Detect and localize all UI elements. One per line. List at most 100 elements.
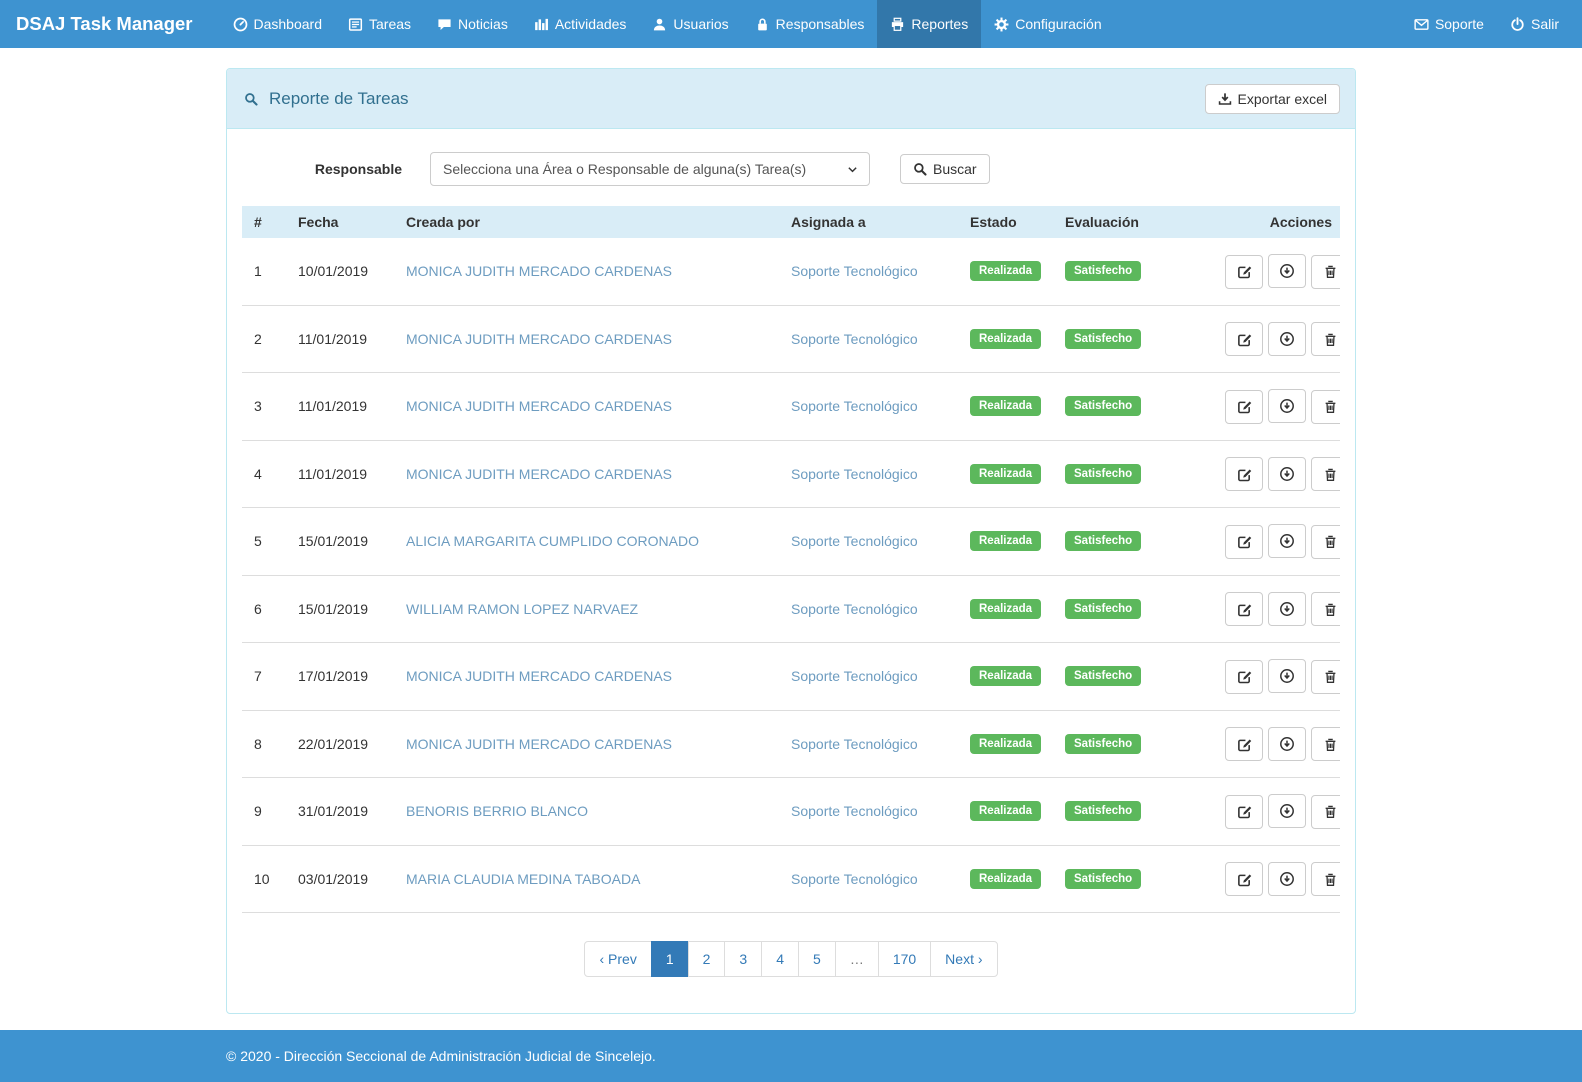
nav-item-responsables[interactable]: Responsables bbox=[742, 0, 878, 48]
edit-button[interactable] bbox=[1225, 255, 1263, 289]
download-button[interactable] bbox=[1268, 322, 1306, 356]
responsable-select-value: Selecciona una Área o Responsable de alg… bbox=[443, 161, 806, 177]
envelope-icon bbox=[1414, 17, 1429, 32]
delete-button[interactable] bbox=[1311, 525, 1340, 559]
page-item-next[interactable]: Next › bbox=[930, 941, 997, 977]
nav-item-tareas[interactable]: Tareas bbox=[335, 0, 424, 48]
table-row: 4 11/01/2019 MONICA JUDITH MERCADO CARDE… bbox=[242, 440, 1340, 508]
row-assigned-to-link[interactable]: Soporte Tecnológico bbox=[791, 736, 918, 752]
page-item-3[interactable]: 3 bbox=[724, 941, 762, 977]
download-button[interactable] bbox=[1268, 592, 1306, 626]
download-button[interactable] bbox=[1268, 659, 1306, 693]
row-assigned-to-link[interactable]: Soporte Tecnológico bbox=[791, 533, 918, 549]
edit-button[interactable] bbox=[1225, 727, 1263, 761]
row-created-by-link[interactable]: MONICA JUDITH MERCADO CARDENAS bbox=[406, 263, 672, 279]
status-badge: Realizada bbox=[970, 666, 1041, 686]
row-assigned-to-link[interactable]: Soporte Tecnológico bbox=[791, 803, 918, 819]
edit-button[interactable] bbox=[1225, 862, 1263, 896]
row-actions bbox=[1212, 845, 1340, 913]
nav-item-salir[interactable]: Salir bbox=[1497, 0, 1572, 48]
edit-button[interactable] bbox=[1225, 660, 1263, 694]
page-item-prev[interactable]: ‹ Prev bbox=[584, 941, 651, 977]
row-created-by-link[interactable]: MARIA CLAUDIA MEDINA TABOADA bbox=[406, 871, 640, 887]
nav-item-label: Reportes bbox=[911, 16, 968, 32]
delete-button[interactable] bbox=[1311, 390, 1340, 424]
delete-button[interactable] bbox=[1311, 727, 1340, 761]
row-date: 15/01/2019 bbox=[290, 575, 398, 643]
row-created-by-link[interactable]: MONICA JUDITH MERCADO CARDENAS bbox=[406, 736, 672, 752]
circle-arrow-down-icon bbox=[1279, 466, 1295, 482]
row-assigned-to-link[interactable]: Soporte Tecnológico bbox=[791, 331, 918, 347]
row-actions bbox=[1212, 373, 1340, 441]
row-created-by-link[interactable]: WILLIAM RAMON LOPEZ NARVAEZ bbox=[406, 601, 638, 617]
row-created-by-link[interactable]: ALICIA MARGARITA CUMPLIDO CORONADO bbox=[406, 533, 699, 549]
row-assigned-to-link[interactable]: Soporte Tecnológico bbox=[791, 668, 918, 684]
col-header-acciones: Acciones bbox=[1212, 206, 1340, 238]
row-num: 3 bbox=[242, 373, 290, 441]
trash-icon bbox=[1323, 804, 1338, 819]
row-date: 22/01/2019 bbox=[290, 710, 398, 778]
nav-item-label: Salir bbox=[1531, 16, 1559, 32]
delete-button[interactable] bbox=[1311, 862, 1340, 896]
search-icon bbox=[242, 90, 260, 108]
table-row: 7 17/01/2019 MONICA JUDITH MERCADO CARDE… bbox=[242, 643, 1340, 711]
row-actions bbox=[1212, 508, 1340, 576]
download-button[interactable] bbox=[1268, 727, 1306, 761]
status-badge: Realizada bbox=[970, 734, 1041, 754]
col-header-estado: Estado bbox=[962, 206, 1057, 238]
delete-button[interactable] bbox=[1311, 660, 1340, 694]
nav-item-dashboard[interactable]: Dashboard bbox=[220, 0, 336, 48]
page-item-5[interactable]: 5 bbox=[798, 941, 836, 977]
row-created-by-link[interactable]: BENORIS BERRIO BLANCO bbox=[406, 803, 588, 819]
edit-button[interactable] bbox=[1225, 390, 1263, 424]
nav-item-configuracion[interactable]: Configuración bbox=[981, 0, 1114, 48]
nav-item-usuarios[interactable]: Usuarios bbox=[639, 0, 741, 48]
table-head: #FechaCreada porAsignada aEstadoEvaluaci… bbox=[242, 206, 1340, 238]
row-assigned-to-link[interactable]: Soporte Tecnológico bbox=[791, 263, 918, 279]
nav-item-reportes[interactable]: Reportes bbox=[877, 0, 981, 48]
col-header-ellipsis: # bbox=[242, 206, 290, 238]
page-item-2[interactable]: 2 bbox=[688, 941, 726, 977]
download-button[interactable] bbox=[1268, 457, 1306, 491]
edit-button[interactable] bbox=[1225, 592, 1263, 626]
table-row: 3 11/01/2019 MONICA JUDITH MERCADO CARDE… bbox=[242, 373, 1340, 441]
delete-button[interactable] bbox=[1311, 795, 1340, 829]
row-date: 17/01/2019 bbox=[290, 643, 398, 711]
row-num: 8 bbox=[242, 710, 290, 778]
download-button[interactable] bbox=[1268, 389, 1306, 423]
download-button[interactable] bbox=[1268, 862, 1306, 896]
print-icon bbox=[890, 17, 905, 32]
main-container: Reporte de Tareas Exportar excel Respons… bbox=[226, 68, 1356, 1014]
nav-item-soporte[interactable]: Soporte bbox=[1401, 0, 1497, 48]
edit-button[interactable] bbox=[1225, 457, 1263, 491]
download-button[interactable] bbox=[1268, 794, 1306, 828]
responsable-select[interactable]: Selecciona una Área o Responsable de alg… bbox=[430, 152, 870, 186]
row-assigned-to-link[interactable]: Soporte Tecnológico bbox=[791, 398, 918, 414]
delete-button[interactable] bbox=[1311, 255, 1340, 289]
row-created-by-link[interactable]: MONICA JUDITH MERCADO CARDENAS bbox=[406, 331, 672, 347]
row-created-by-link[interactable]: MONICA JUDITH MERCADO CARDENAS bbox=[406, 668, 672, 684]
buscar-button[interactable]: Buscar bbox=[900, 154, 990, 184]
row-assigned-to-link[interactable]: Soporte Tecnológico bbox=[791, 601, 918, 617]
edit-button[interactable] bbox=[1225, 525, 1263, 559]
row-created-by-link[interactable]: MONICA JUDITH MERCADO CARDENAS bbox=[406, 398, 672, 414]
page-item-1[interactable]: 1 bbox=[651, 941, 689, 977]
row-created-by-link[interactable]: MONICA JUDITH MERCADO CARDENAS bbox=[406, 466, 672, 482]
delete-button[interactable] bbox=[1311, 457, 1340, 491]
delete-button[interactable] bbox=[1311, 322, 1340, 356]
page-item-170[interactable]: 170 bbox=[878, 941, 931, 977]
responsable-label: Responsable bbox=[242, 161, 402, 177]
row-assigned-to-link[interactable]: Soporte Tecnológico bbox=[791, 871, 918, 887]
page-item-4[interactable]: 4 bbox=[761, 941, 799, 977]
download-button[interactable] bbox=[1268, 254, 1306, 288]
row-assigned-to-link[interactable]: Soporte Tecnológico bbox=[791, 466, 918, 482]
edit-button[interactable] bbox=[1225, 322, 1263, 356]
edit-button[interactable] bbox=[1225, 795, 1263, 829]
download-button[interactable] bbox=[1268, 524, 1306, 558]
export-excel-button[interactable]: Exportar excel bbox=[1205, 84, 1340, 114]
nav-item-noticias[interactable]: Noticias bbox=[424, 0, 521, 48]
delete-button[interactable] bbox=[1311, 592, 1340, 626]
col-header-creada-por: Creada por bbox=[398, 206, 783, 238]
row-actions bbox=[1212, 238, 1340, 305]
nav-item-actividades[interactable]: Actividades bbox=[521, 0, 640, 48]
